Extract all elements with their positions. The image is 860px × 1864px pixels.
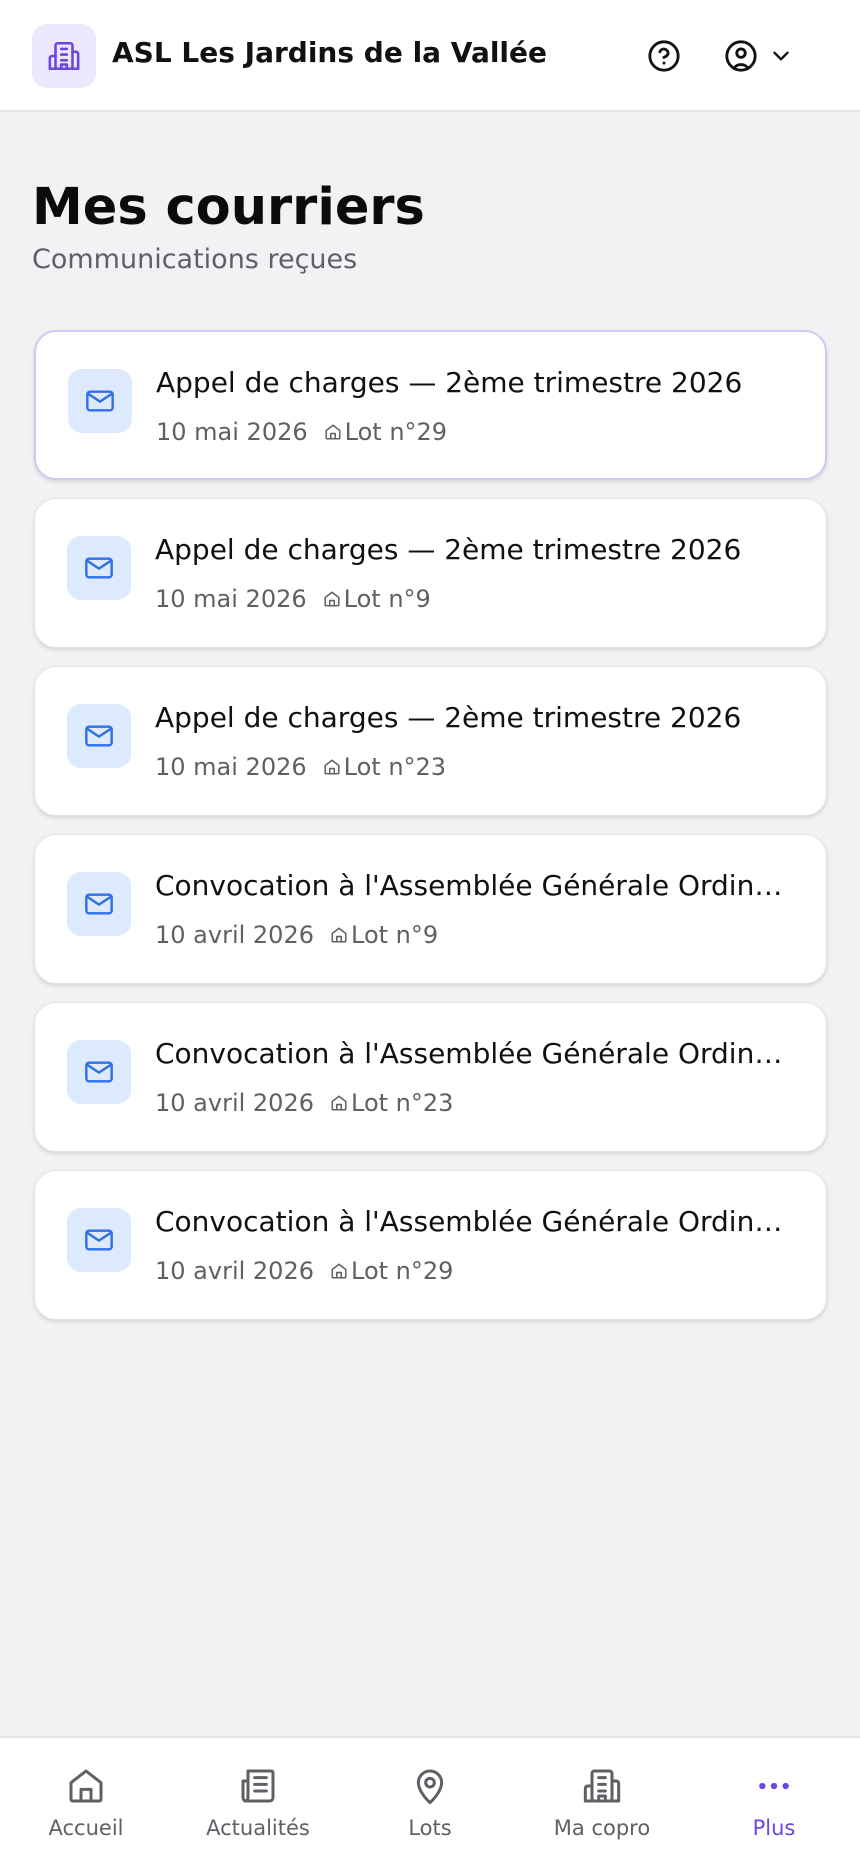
app-logo[interactable] [32,24,96,88]
letter-lot: Lot n°23 [343,753,447,781]
letter-card[interactable]: Appel de charges — 2ème trimestre 2026 1… [34,666,827,816]
nav-label: Actualités [206,1816,310,1840]
letter-lot: Lot n°29 [344,418,448,446]
letter-lot: Lot n°9 [343,585,431,613]
mail-icon [86,390,114,412]
letter-card[interactable]: Convocation à l'Assemblée Générale Ordin… [34,1170,827,1320]
mail-icon-badge [67,872,131,936]
letter-meta: 10 avril 2026 Lot n°23 [155,1089,453,1117]
letter-date: 10 avril 2026 [155,921,314,949]
bottom-nav: Accueil Actualités Lots Ma copro Plus [0,1736,860,1864]
letter-title: Convocation à l'Assemblée Générale Ordin… [155,869,795,902]
page-subtitle: Communications reçues [32,244,358,275]
letter-card[interactable]: Convocation à l'Assemblée Générale Ordin… [34,1002,827,1152]
home-icon [323,758,341,776]
letter-title: Appel de charges — 2ème trimestre 2026 [155,533,742,566]
letter-title: Appel de charges — 2ème trimestre 2026 [156,366,743,399]
mail-icon [85,1229,113,1251]
letter-meta: 10 mai 2026 Lot n°9 [155,585,431,613]
nav-item-lots[interactable]: Lots [344,1738,516,1864]
mail-icon-badge [67,1208,131,1272]
letter-date: 10 mai 2026 [156,418,308,446]
letter-meta: 10 avril 2026 Lot n°29 [155,1257,453,1285]
building-icon [583,1769,621,1803]
home-icon [330,1262,348,1280]
user-circle-icon [725,40,757,72]
letter-card[interactable]: Appel de charges — 2ème trimestre 2026 1… [34,498,827,648]
letter-date: 10 avril 2026 [155,1257,314,1285]
account-menu-button[interactable] [724,36,804,76]
mail-icon-badge [67,704,131,768]
mail-icon [85,893,113,915]
building-icon [48,41,80,71]
letter-card[interactable]: Convocation à l'Assemblée Générale Ordin… [34,834,827,984]
newspaper-icon [241,1769,275,1803]
page-title: Mes courriers [32,178,425,237]
letter-title: Convocation à l'Assemblée Générale Ordin… [155,1037,795,1070]
mail-icon-badge [67,1040,131,1104]
help-button[interactable] [644,36,684,76]
mail-icon [85,1061,113,1083]
home-icon [330,926,348,944]
letter-title: Convocation à l'Assemblée Générale Ordin… [155,1205,795,1238]
nav-label: Plus [752,1816,796,1840]
chevron-down-icon [773,51,789,61]
home-icon [69,1769,103,1803]
letter-lot: Lot n°23 [351,1089,454,1117]
home-icon [330,1094,348,1112]
letter-lot: Lot n°29 [351,1257,454,1285]
mail-icon [85,725,113,747]
letter-meta: 10 mai 2026 Lot n°23 [155,753,446,781]
home-icon [324,423,342,441]
nav-label: Lots [408,1816,452,1840]
mail-icon-badge [67,536,131,600]
more-dots-icon [759,1782,789,1790]
help-circle-icon [648,40,680,72]
letter-meta: 10 mai 2026 Lot n°29 [156,418,447,446]
home-icon [323,590,341,608]
nav-item-ma-copro[interactable]: Ma copro [516,1738,688,1864]
letter-card[interactable]: Appel de charges — 2ème trimestre 2026 1… [34,330,827,480]
letter-title: Appel de charges — 2ème trimestre 2026 [155,701,742,734]
mail-icon-badge [68,369,132,433]
nav-label: Ma copro [553,1816,651,1840]
nav-item-accueil[interactable]: Accueil [0,1738,172,1864]
letter-date: 10 mai 2026 [155,753,307,781]
app-title: ASL Les Jardins de la Vallée [112,36,548,69]
letter-date: 10 mai 2026 [155,585,307,613]
letter-meta: 10 avril 2026 Lot n°9 [155,921,438,949]
nav-label: Accueil [48,1816,124,1840]
letter-lot: Lot n°9 [351,921,439,949]
nav-item-actualites[interactable]: Actualités [172,1738,344,1864]
app-header: ASL Les Jardins de la Vallée [0,0,860,112]
mail-icon [85,557,113,579]
letter-date: 10 avril 2026 [155,1089,314,1117]
nav-item-plus[interactable]: Plus [688,1738,860,1864]
letters-list: Appel de charges — 2ème trimestre 2026 1… [34,330,827,1338]
map-pin-icon [416,1769,444,1805]
